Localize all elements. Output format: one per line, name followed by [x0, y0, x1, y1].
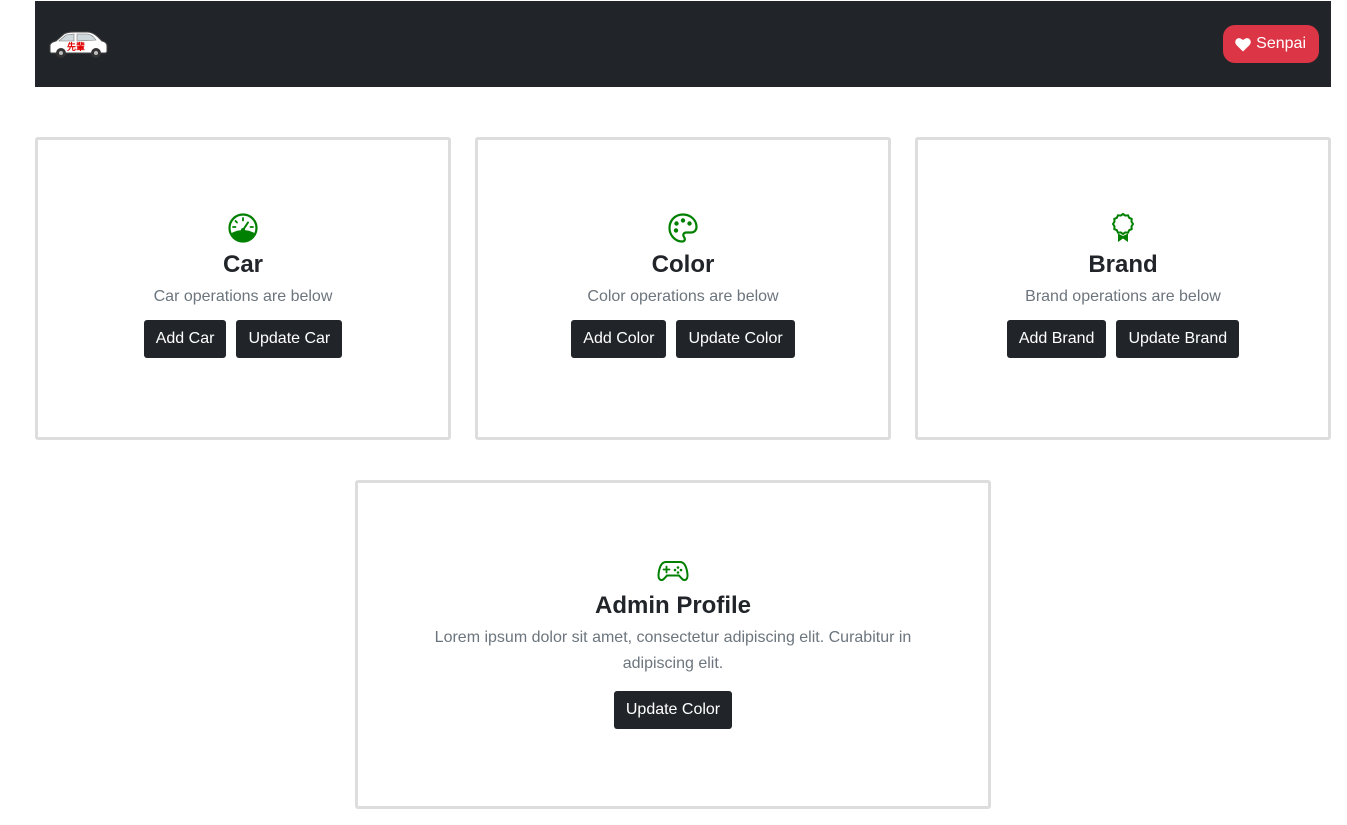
admin-card-title: Admin Profile — [594, 592, 751, 619]
add-color-button[interactable]: Add Color — [571, 320, 667, 358]
color-card-title: Color — [651, 251, 715, 278]
brand-button-row: Add Brand Update Brand — [918, 320, 1328, 358]
car-card: Car Car operations are below Add Car Upd… — [35, 137, 451, 440]
car-button-row: Add Car Update Car — [38, 320, 448, 358]
car-card-text: Car operations are below — [153, 288, 333, 305]
palette-icon — [478, 212, 888, 244]
add-car-button[interactable]: Add Car — [143, 320, 227, 358]
heart-icon — [1235, 37, 1251, 52]
controller-icon — [358, 558, 988, 584]
color-card: Color Color operations are below Add Col… — [475, 137, 891, 440]
update-car-button[interactable]: Update Car — [236, 320, 343, 358]
add-brand-button[interactable]: Add Brand — [1006, 320, 1107, 358]
brand-card-title: Brand — [1088, 251, 1158, 278]
admin-card-text: Lorem ipsum dolor sit amet, consectetur … — [434, 629, 912, 672]
award-icon — [918, 212, 1328, 244]
brand-card-text: Brand operations are below — [1025, 288, 1221, 305]
admin-profile-card: Admin Profile Lorem ipsum dolor sit amet… — [355, 480, 991, 809]
speedometer-icon — [38, 212, 448, 244]
top-navbar: 先輩 Senpai — [35, 1, 1331, 87]
update-brand-button[interactable]: Update Brand — [1116, 320, 1240, 358]
logo-text: 先輩 — [67, 41, 85, 53]
update-color-button[interactable]: Update Color — [676, 320, 795, 358]
car-card-title: Car — [222, 251, 264, 278]
admin-update-color-button[interactable]: Update Color — [613, 691, 733, 729]
color-card-text: Color operations are below — [587, 288, 779, 305]
brand-card: Brand Brand operations are below Add Bra… — [915, 137, 1331, 440]
car-logo-icon[interactable]: 先輩 — [47, 31, 109, 59]
admin-button-row: Update Color — [358, 691, 988, 729]
color-button-row: Add Color Update Color — [478, 320, 888, 358]
senpai-button[interactable]: Senpai — [1223, 25, 1319, 63]
senpai-label: Senpai — [1256, 35, 1306, 52]
